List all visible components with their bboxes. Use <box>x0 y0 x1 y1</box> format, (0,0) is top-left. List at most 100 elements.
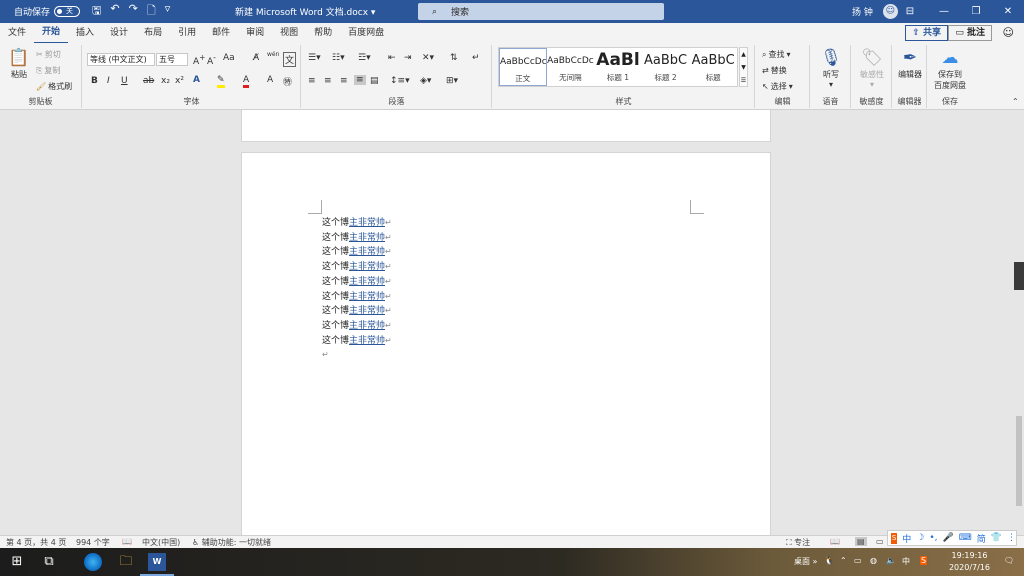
network-icon[interactable]: ◍ <box>870 556 877 565</box>
ime-toolbar[interactable]: S 中 ☽ •, 🎤 ⌨ 简 👕 ⋮ <box>887 530 1017 546</box>
save-icon[interactable]: 🖫 <box>92 2 101 21</box>
italic-button[interactable]: I <box>107 76 110 86</box>
mic-icon[interactable]: 🎤 <box>943 533 954 543</box>
format-painter-button[interactable]: 🖌 格式刷 <box>36 81 72 92</box>
line-spacing-icon[interactable]: ↕≡▾ <box>390 76 410 86</box>
autosave-control[interactable]: 自动保存 关 <box>14 5 81 18</box>
task-view-icon[interactable]: ⧉ <box>40 553 58 571</box>
decrease-indent-icon[interactable]: ⇤ <box>388 53 396 63</box>
replace-button[interactable]: ⇄ 替换 <box>762 65 787 76</box>
minimize-icon[interactable]: — <box>928 0 960 23</box>
restore-icon[interactable]: ❐ <box>960 0 992 23</box>
read-mode-icon[interactable]: 📖 <box>830 537 840 546</box>
style-normal[interactable]: AaBbCcDc 正文 <box>499 48 547 86</box>
show-hidden-icon[interactable]: ⌃ <box>840 556 847 565</box>
tab-design[interactable]: 设计 <box>102 23 136 43</box>
document-line[interactable]: 这个博主非常帅↵ <box>322 260 392 275</box>
sort-icon[interactable]: ⇅ <box>450 53 458 63</box>
align-right-icon[interactable]: ≡ <box>340 76 348 86</box>
clear-format-icon[interactable]: A̸ <box>253 53 259 63</box>
user-account[interactable]: 扬 钟 ☺ <box>852 4 898 19</box>
page-count[interactable]: 第 4 页，共 4 页 <box>6 537 66 548</box>
subscript-icon[interactable]: x₂ <box>161 76 170 86</box>
document-title[interactable]: 新建 Microsoft Word 文档.docx ▾ <box>235 5 375 18</box>
search-box[interactable]: ⌕ 搜索 <box>418 3 664 20</box>
sogou-tray-icon[interactable]: S <box>920 556 928 565</box>
tab-view[interactable]: 视图 <box>272 23 306 43</box>
customize-qat-icon[interactable]: ▿ <box>165 2 171 21</box>
vertical-scrollbar[interactable] <box>1014 110 1024 535</box>
borders-icon[interactable]: ⊞▾ <box>446 76 458 86</box>
show-marks-icon[interactable]: ↵ <box>472 53 480 63</box>
word-app-icon[interactable]: W <box>148 553 166 571</box>
tab-home[interactable]: 开始 <box>34 22 69 44</box>
ribbon-display-options-icon[interactable]: ⊟ <box>892 0 928 23</box>
ime-mode[interactable]: 中 <box>902 532 911 545</box>
tab-baidu-netdisk[interactable]: 百度网盘 <box>340 23 392 43</box>
punctuation-icon[interactable]: •, <box>929 533 937 543</box>
underline-button[interactable]: U <box>121 76 128 86</box>
font-color-icon[interactable]: A <box>243 75 250 88</box>
distributed-icon[interactable]: ▤ <box>370 76 379 86</box>
tab-file[interactable]: 文件 <box>0 23 34 43</box>
chinese-layout-icon[interactable]: ✕▾ <box>422 53 434 63</box>
document-line[interactable]: 这个博主非常帅↵ <box>322 216 392 231</box>
feedback-smile-icon[interactable]: ☺ <box>1003 26 1014 39</box>
document-line[interactable]: 这个博主非常帅↵ <box>322 231 392 246</box>
increase-indent-icon[interactable]: ⇥ <box>404 53 412 63</box>
justify-icon[interactable]: ≡ <box>354 75 366 85</box>
document-line[interactable]: 这个博主非常帅↵ <box>322 334 392 349</box>
qq-icon[interactable]: 🐧 <box>824 556 834 565</box>
redo-icon[interactable]: ↷ <box>129 2 138 21</box>
document-line[interactable]: 这个博主非常帅↵ <box>322 245 392 260</box>
document-line[interactable]: 这个博主非常帅↵ <box>322 290 392 305</box>
numbering-icon[interactable]: ☷▾ <box>332 53 345 63</box>
battery-icon[interactable]: ▭ <box>854 556 862 565</box>
scroll-thumb[interactable] <box>1016 416 1022 506</box>
sensitivity-button[interactable]: 🏷 敏感性 ▾ <box>857 47 887 89</box>
superscript-icon[interactable]: x² <box>175 76 184 86</box>
dictate-button[interactable]: 🎙 听写 ▾ <box>817 47 845 89</box>
cut-button[interactable]: ✂ 剪切 <box>36 49 61 60</box>
change-case-button[interactable]: Aa <box>223 53 235 63</box>
paste-button[interactable]: 📋 粘贴 <box>6 47 32 80</box>
clock[interactable]: 19:19:16 2020/7/16 <box>949 550 990 574</box>
word-count[interactable]: 994 个字 <box>76 537 110 548</box>
undo-icon[interactable]: ↶ <box>110 2 119 21</box>
copy-button[interactable]: ⎘ 复制 <box>36 65 60 76</box>
accessibility-status[interactable]: ♿ 辅助功能: 一切就绪 <box>192 537 271 548</box>
tab-review[interactable]: 审阅 <box>238 23 272 43</box>
moon-icon[interactable]: ☽ <box>916 533 924 543</box>
notification-icon[interactable]: 🗨 <box>1004 556 1014 565</box>
save-to-baidu-button[interactable]: ☁ 保存到 百度网盘 <box>930 47 970 91</box>
collapse-ribbon-icon[interactable]: ⌃ <box>1012 97 1019 106</box>
edge-browser-icon[interactable] <box>84 553 102 571</box>
keyboard-icon[interactable]: ⌨ <box>959 533 972 543</box>
document-page[interactable]: 这个博主非常帅↵ 这个博主非常帅↵ 这个博主非常帅↵ 这个博主非常帅↵ 这个博主非常帅↵… <box>241 152 771 535</box>
char-shading-icon[interactable]: A <box>267 75 273 85</box>
char-border-button[interactable]: 文 <box>283 52 297 67</box>
multilevel-list-icon[interactable]: ☲▾ <box>358 53 371 63</box>
desktop-toolbar[interactable]: 桌面 » <box>794 556 817 567</box>
select-button[interactable]: ↖ 选择 ▾ <box>762 81 793 92</box>
proofing-icon[interactable]: 📖 <box>122 537 132 546</box>
autosave-toggle[interactable]: 关 <box>54 6 81 17</box>
language-indicator[interactable]: 中文(中国) <box>142 537 180 548</box>
document-line[interactable]: 这个博主非常帅↵ <box>322 275 392 290</box>
style-heading-1[interactable]: AaBl 标题 1 <box>594 48 642 86</box>
focus-mode-button[interactable]: ⛶ 专注 <box>786 537 810 548</box>
file-explorer-icon[interactable]: 🗀 <box>117 553 135 571</box>
volume-icon[interactable]: 🔈 <box>886 556 896 565</box>
document-line[interactable]: 这个博主非常帅↵ <box>322 319 392 334</box>
taskbar-ime[interactable]: 中 <box>902 556 910 567</box>
comments-button[interactable]: ▭ 批注 <box>948 25 992 41</box>
styles-gallery-scroll[interactable]: ▲ ▼ ☰ <box>739 47 748 87</box>
strikethrough-icon[interactable]: ab <box>143 76 154 86</box>
style-title[interactable]: AaBbC 标题 <box>689 48 737 86</box>
simplified-toggle[interactable]: 简 <box>977 532 986 545</box>
enclose-char-icon[interactable]: ㊕ <box>283 75 292 88</box>
bold-button[interactable]: B <box>91 76 98 86</box>
close-icon[interactable]: ✕ <box>992 0 1024 23</box>
print-layout-icon[interactable]: ▤ <box>855 537 867 546</box>
highlight-icon[interactable]: ✎ <box>217 75 225 88</box>
